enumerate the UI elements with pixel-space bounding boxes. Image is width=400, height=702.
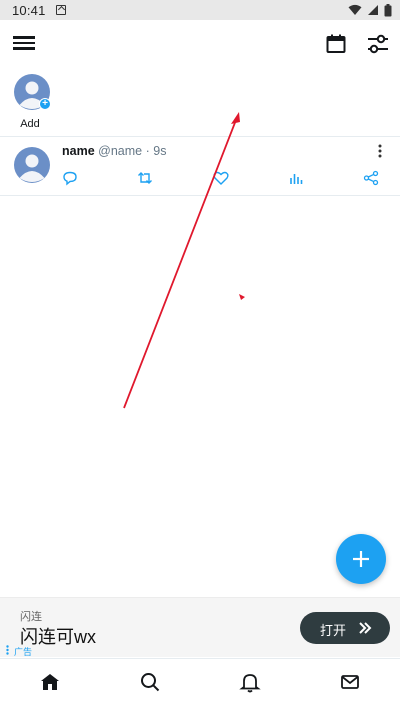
tweet-actions (58, 169, 390, 187)
tweet-separator: · (145, 144, 150, 158)
messages-icon[interactable] (339, 671, 361, 693)
more-options-icon[interactable] (372, 143, 388, 159)
ad-menu-icon[interactable] (6, 645, 9, 655)
divider (0, 195, 400, 196)
home-icon[interactable] (39, 671, 61, 693)
search-icon[interactable] (139, 671, 161, 693)
tweet-author-handle: @name (98, 144, 143, 158)
calendar-icon[interactable] (324, 32, 348, 56)
compose-fab[interactable] (336, 534, 386, 584)
ad-banner[interactable]: 闪连 闪连可wx 广告 打开 (0, 597, 400, 657)
ad-brand: 闪连 (20, 611, 42, 623)
ad-tag: 广告 (14, 647, 33, 657)
filter-settings-icon[interactable] (365, 32, 391, 56)
signal-icon (368, 5, 378, 15)
story-bar: + Add (0, 68, 400, 136)
ad-open-button[interactable]: 打开 (300, 612, 390, 644)
tweet-timestamp: 9s (153, 144, 167, 158)
notifications-icon[interactable] (239, 671, 261, 693)
notification-a-icon (55, 5, 66, 15)
status-time: 10:41 (12, 2, 46, 18)
battery-icon (384, 3, 392, 16)
bottom-nav (0, 658, 400, 702)
tweet-author-name[interactable]: name (62, 144, 95, 158)
analytics-icon[interactable] (287, 169, 305, 187)
avatar[interactable] (14, 147, 50, 183)
status-icons (348, 3, 392, 17)
plus-icon (353, 551, 369, 567)
wifi-icon (348, 4, 362, 15)
reply-icon[interactable] (61, 169, 79, 187)
tweet-item[interactable]: name @name · 9s (0, 137, 400, 195)
menu-icon[interactable] (12, 33, 38, 55)
retweet-icon[interactable] (136, 169, 154, 187)
add-badge-icon[interactable]: + (39, 98, 51, 110)
share-icon[interactable] (362, 169, 380, 187)
like-icon[interactable] (212, 169, 230, 187)
double-chevron-right-icon (359, 622, 372, 634)
ad-open-label: 打开 (320, 623, 347, 638)
top-app-bar (0, 20, 400, 68)
status-bar: 10:41 (0, 0, 400, 20)
tweet-header: name @name · 9s (62, 144, 166, 158)
add-story-label: Add (20, 118, 40, 130)
